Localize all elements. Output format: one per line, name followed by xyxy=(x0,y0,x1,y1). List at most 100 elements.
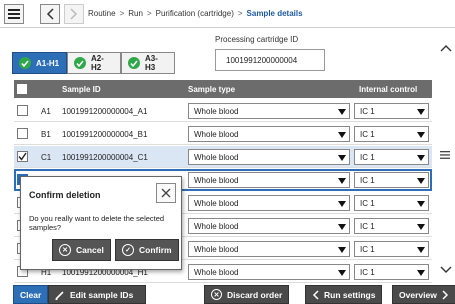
sample-type-select[interactable]: Whole blood xyxy=(188,218,350,234)
internal-control-value: IC 1 xyxy=(360,107,375,116)
sample-type-value: Whole blood xyxy=(194,245,239,254)
sample-type-select[interactable]: Whole blood xyxy=(188,241,350,257)
caret-down-icon xyxy=(417,247,425,253)
internal-control-select[interactable]: IC 1 xyxy=(354,126,429,142)
confirm-check-icon: ✓ xyxy=(122,244,134,256)
confirm-label: Confirm xyxy=(139,245,172,255)
scroll-up-button[interactable] xyxy=(436,38,455,58)
chevron-left-icon xyxy=(312,289,319,300)
sample-type-select[interactable]: Whole blood xyxy=(188,126,350,142)
confirm-button[interactable]: ✓ Confirm xyxy=(115,239,179,261)
check-circle-icon xyxy=(128,57,140,69)
chevron-right-icon xyxy=(70,8,78,20)
caret-down-icon xyxy=(338,132,346,138)
internal-control-value: IC 1 xyxy=(360,130,375,139)
internal-control-value: IC 1 xyxy=(360,268,375,277)
clear-button[interactable]: Clear xyxy=(13,285,49,304)
sample-type-select[interactable]: Whole blood xyxy=(188,149,350,165)
table-row[interactable]: C1 1001991200000004_C1 Whole blood IC 1 xyxy=(14,146,432,168)
caret-down-icon xyxy=(417,109,425,115)
caret-down-icon xyxy=(338,155,346,161)
sample-type-value: Whole blood xyxy=(194,107,239,116)
back-button[interactable] xyxy=(40,4,60,24)
caret-down-icon xyxy=(417,224,425,230)
internal-control-select[interactable]: IC 1 xyxy=(354,149,429,165)
breadcrumb-item-routine[interactable]: Routine xyxy=(88,9,116,18)
tab-a2-h2[interactable]: A2-H2 xyxy=(67,52,121,74)
row-checkbox[interactable] xyxy=(17,105,28,116)
discard-order-button[interactable]: ✕ Discard order xyxy=(204,285,290,304)
run-settings-button[interactable]: Run settings xyxy=(305,285,383,304)
forward-button[interactable] xyxy=(64,4,84,24)
overview-label: Overview xyxy=(399,289,437,300)
caret-down-icon xyxy=(338,201,346,207)
row-checkbox-checked[interactable] xyxy=(17,151,28,162)
tab-a1-h1[interactable]: A1-H1 xyxy=(12,52,67,74)
caret-down-icon xyxy=(338,224,346,230)
sample-type-select[interactable]: Whole blood xyxy=(188,195,350,211)
table-row[interactable]: B1 1001991200000004_B1 Whole blood IC 1 xyxy=(14,123,432,145)
row-position: A1 xyxy=(41,107,51,116)
sample-type-select[interactable]: Whole blood xyxy=(188,264,350,280)
menu-button[interactable] xyxy=(4,4,24,24)
hamburger-icon xyxy=(8,9,20,19)
row-sample-id: 1001991200000004_A1 xyxy=(62,107,148,116)
internal-control-select[interactable]: IC 1 xyxy=(354,195,429,211)
scroll-down-button[interactable] xyxy=(436,260,455,280)
table-row[interactable]: A1 1001991200000004_A1 Whole blood IC 1 xyxy=(14,100,432,122)
top-bar: Routine > Run > Purification (cartridge) > Sam… xyxy=(0,0,455,28)
internal-control-value: IC 1 xyxy=(360,222,375,231)
row-sample-id: 1001991200000004_C1 xyxy=(62,153,148,162)
overview-button[interactable]: Overview xyxy=(392,285,455,304)
sample-type-select[interactable]: Whole blood xyxy=(188,103,350,119)
caret-down-icon xyxy=(338,270,346,276)
caret-down-icon xyxy=(417,178,425,184)
internal-control-select[interactable]: IC 1 xyxy=(354,218,429,234)
col-sample-id: Sample ID xyxy=(62,85,101,94)
table-header: Sample ID Sample type Internal control xyxy=(14,80,432,98)
breadcrumb-item-run[interactable]: Run xyxy=(128,9,143,18)
breadcrumb: Routine > Run > Purification (cartridge) > Sam… xyxy=(88,9,303,18)
col-internal-control: Internal control xyxy=(359,85,418,94)
internal-control-value: IC 1 xyxy=(360,199,375,208)
confirm-deletion-dialog: Confirm deletion Do you really want to d… xyxy=(20,176,182,270)
dialog-close-button[interactable] xyxy=(156,183,176,203)
sample-type-select[interactable]: Whole blood xyxy=(188,172,350,188)
internal-control-select[interactable]: IC 1 xyxy=(354,103,429,119)
processing-cartridge-input[interactable]: 1001991200000004 xyxy=(215,49,325,71)
clear-label: Clear xyxy=(20,289,42,300)
dialog-title: Confirm deletion xyxy=(29,190,101,200)
checkmark-icon xyxy=(18,152,27,161)
cancel-label: Cancel xyxy=(76,245,104,255)
discard-order-label: Discard order xyxy=(227,289,283,300)
close-icon xyxy=(161,188,171,198)
internal-control-select[interactable]: IC 1 xyxy=(354,264,429,280)
select-all-checkbox[interactable] xyxy=(17,84,27,94)
row-position: C1 xyxy=(41,153,52,162)
tab-label: A3-H3 xyxy=(144,54,158,72)
caret-down-icon xyxy=(417,270,425,276)
bottom-bar: Clear Edit sample IDs ✕ Discard order Ru… xyxy=(0,284,455,304)
chevron-left-icon xyxy=(46,8,54,20)
caret-down-icon xyxy=(338,178,346,184)
discard-icon: ✕ xyxy=(211,289,222,300)
caret-down-icon xyxy=(338,109,346,115)
sample-type-value: Whole blood xyxy=(194,153,239,162)
chevron-right-icon xyxy=(442,289,448,300)
internal-control-value: IC 1 xyxy=(360,153,375,162)
breadcrumb-item-purification[interactable]: Purification (cartridge) xyxy=(156,9,234,18)
sample-type-value: Whole blood xyxy=(194,222,239,231)
edit-sample-ids-button[interactable]: Edit sample IDs xyxy=(48,285,146,304)
internal-control-select[interactable]: IC 1 xyxy=(354,172,429,188)
internal-control-select[interactable]: IC 1 xyxy=(354,241,429,257)
tab-label: A2-H2 xyxy=(90,54,104,72)
tab-label: A1-H1 xyxy=(36,58,60,68)
dialog-message: Do you really want to delete the selecte… xyxy=(29,214,165,232)
tab-a3-h3[interactable]: A3-H3 xyxy=(121,52,175,74)
chevron-up-icon xyxy=(440,45,451,52)
cancel-button[interactable]: ✕ Cancel xyxy=(52,239,111,261)
side-menu-icon[interactable] xyxy=(440,151,450,161)
check-circle-icon xyxy=(19,57,31,69)
run-settings-label: Run settings xyxy=(324,289,376,300)
row-checkbox[interactable] xyxy=(17,128,28,139)
